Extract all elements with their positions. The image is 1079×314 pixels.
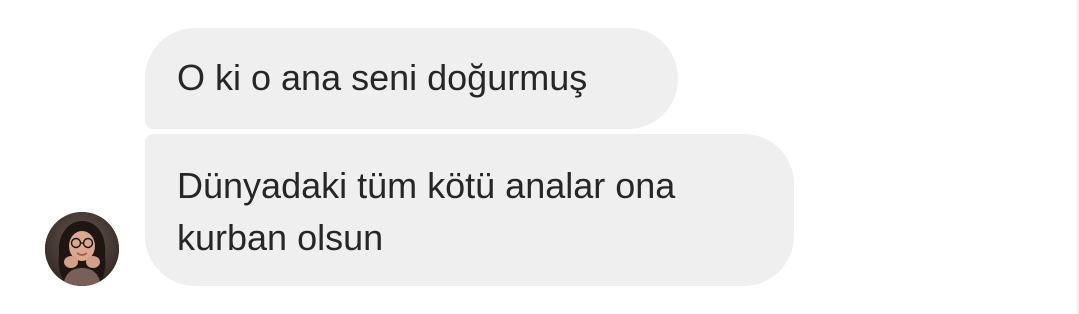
- profile-photo-icon: [45, 212, 119, 286]
- message-bubble[interactable]: O ki o ana seni doğurmuş: [145, 28, 678, 129]
- sender-avatar[interactable]: [45, 212, 119, 286]
- chat-thread: O ki o ana seni doğurmuş Dünyadaki tüm k…: [0, 0, 1079, 314]
- message-bubble[interactable]: Dünyadaki tüm kötü analar ona kurban ols…: [145, 134, 794, 286]
